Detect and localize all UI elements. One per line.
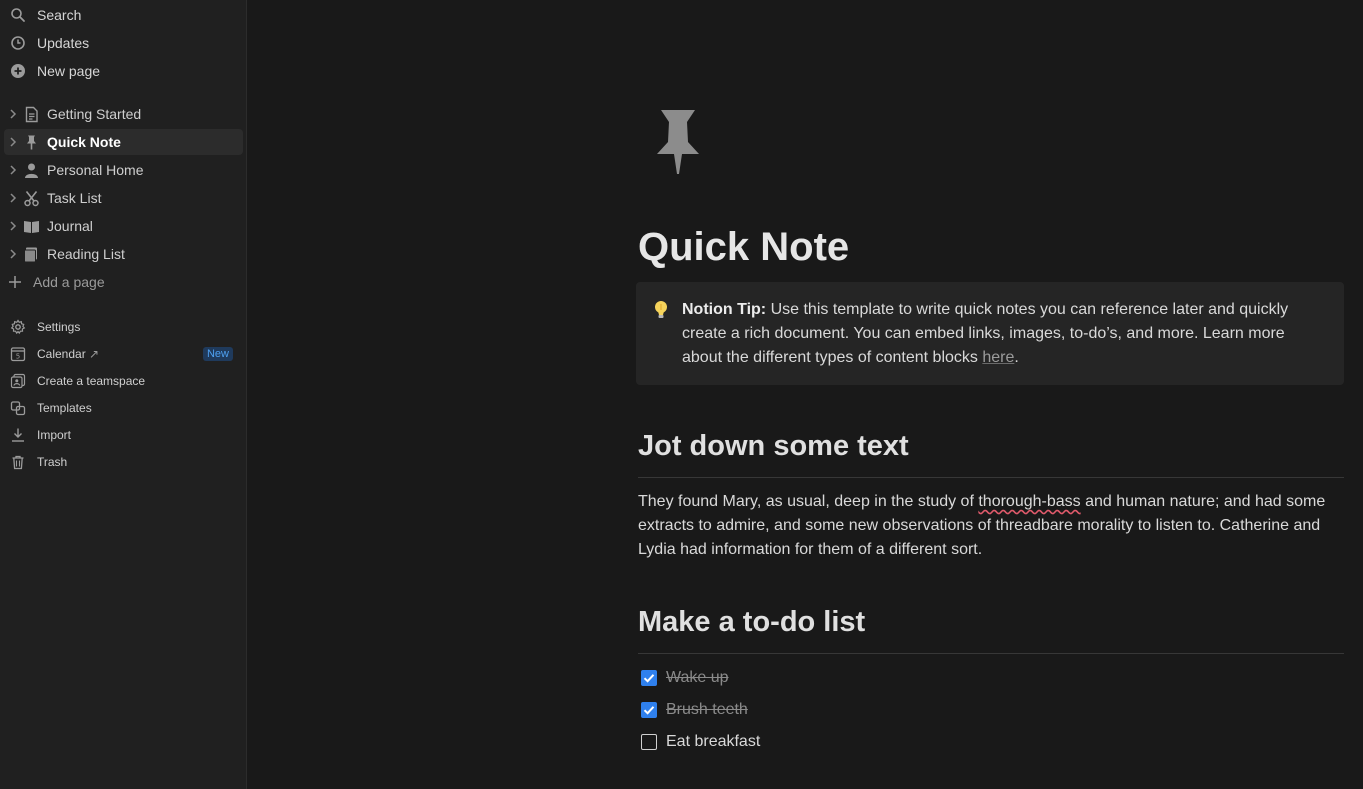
- clock-icon: [11, 36, 25, 50]
- external-link-icon: ↗: [89, 347, 100, 361]
- sidebar-page-label: Task List: [47, 190, 102, 206]
- heading-divider: [638, 653, 1344, 654]
- sidebar-page-label: Getting Started: [47, 106, 142, 122]
- sidebar-page-quick-note[interactable]: Quick Note: [4, 129, 243, 155]
- sidebar-create-teamspace[interactable]: Create a teamspace: [4, 369, 243, 393]
- sidebar-calendar[interactable]: 5 Calendar ↗ New: [4, 342, 243, 366]
- scissors-icon: [24, 191, 39, 207]
- sidebar: Search Updates New page Getting Started …: [0, 0, 247, 789]
- chevron-right-icon[interactable]: [8, 247, 18, 261]
- here-link[interactable]: here: [982, 349, 1014, 366]
- sidebar-page-reading-list[interactable]: Reading List: [4, 241, 243, 267]
- page-content: Quick Note Notion Tip: Use this template…: [247, 0, 1363, 789]
- sidebar-create-teamspace-label: Create a teamspace: [37, 374, 146, 388]
- sidebar-settings-label: Settings: [37, 320, 81, 334]
- todo-item[interactable]: Eat breakfast: [641, 730, 760, 754]
- callout-bold: Notion Tip:: [682, 301, 767, 318]
- page-title[interactable]: Quick Note: [638, 222, 849, 272]
- document-icon: [25, 106, 38, 123]
- sidebar-search-label: Search: [37, 7, 82, 23]
- todo-item[interactable]: Brush teeth: [641, 698, 748, 722]
- notion-tip-callout[interactable]: Notion Tip: Use this template to write q…: [636, 282, 1344, 385]
- misspelled-word[interactable]: thorough-bass: [978, 493, 1080, 510]
- sidebar-search[interactable]: Search: [4, 2, 243, 28]
- person-icon: [25, 163, 38, 178]
- plus-icon: [9, 276, 21, 288]
- pushpin-icon[interactable]: [651, 108, 705, 176]
- sidebar-add-page[interactable]: Add a page: [4, 269, 243, 295]
- todo-label[interactable]: Brush teeth: [666, 701, 748, 719]
- chevron-right-icon[interactable]: [8, 107, 18, 121]
- open-book-icon: [24, 221, 39, 233]
- books-icon: [24, 247, 37, 263]
- todo-label[interactable]: Eat breakfast: [666, 733, 760, 751]
- sidebar-page-journal[interactable]: Journal: [4, 213, 243, 239]
- notion-app: Search Updates New page Getting Started …: [0, 0, 1363, 789]
- sidebar-new-page-label: New page: [37, 63, 101, 79]
- sidebar-import[interactable]: Import: [4, 423, 243, 447]
- chevron-right-icon[interactable]: [8, 191, 18, 205]
- new-badge: New: [202, 347, 233, 361]
- checkbox-checked[interactable]: [641, 702, 657, 718]
- trash-icon: [12, 455, 24, 470]
- templates-icon: [10, 401, 26, 416]
- callout-end: .: [1014, 349, 1019, 366]
- paragraph-text-start: They found Mary, as usual, deep in the s…: [638, 493, 979, 510]
- heading-jot-down[interactable]: Jot down some text: [638, 428, 909, 464]
- calendar-icon: 5: [10, 347, 26, 362]
- calendar-label-text: Calendar: [37, 347, 86, 361]
- sidebar-page-label: Personal Home: [47, 162, 144, 178]
- callout-text: Notion Tip: Use this template to write q…: [682, 298, 1322, 370]
- plus-circle-icon: [11, 64, 25, 78]
- search-icon: [11, 8, 25, 22]
- calendar-day-text: 5: [16, 353, 20, 361]
- checkbox-checked[interactable]: [641, 670, 657, 686]
- sidebar-page-task-list[interactable]: Task List: [4, 185, 243, 211]
- chevron-right-icon[interactable]: [8, 219, 18, 233]
- sidebar-updates[interactable]: Updates: [4, 30, 243, 56]
- sidebar-add-page-label: Add a page: [33, 274, 105, 290]
- checkbox-unchecked[interactable]: [641, 734, 657, 750]
- sidebar-updates-label: Updates: [37, 35, 90, 51]
- sidebar-settings[interactable]: Settings: [4, 315, 243, 339]
- sidebar-templates[interactable]: Templates: [4, 396, 243, 420]
- chevron-right-icon[interactable]: [8, 163, 18, 177]
- sidebar-new-page[interactable]: New page: [4, 58, 243, 84]
- sidebar-page-getting-started[interactable]: Getting Started: [4, 101, 243, 127]
- sidebar-import-label: Import: [37, 428, 72, 442]
- sidebar-templates-label: Templates: [37, 401, 92, 415]
- sidebar-calendar-label: Calendar ↗: [37, 347, 99, 361]
- sidebar-page-label: Journal: [47, 218, 93, 234]
- sidebar-page-label: Quick Note: [47, 134, 121, 150]
- chevron-right-icon[interactable]: [8, 135, 18, 149]
- checkmark-icon: [643, 706, 655, 715]
- heading-divider: [638, 477, 1344, 478]
- todo-item[interactable]: Wake up: [641, 666, 729, 690]
- import-icon: [12, 428, 24, 442]
- checkmark-icon: [643, 674, 655, 683]
- lightbulb-icon: [655, 301, 667, 318]
- teamspace-icon: [10, 373, 26, 389]
- sidebar-trash[interactable]: Trash: [4, 450, 243, 474]
- gear-icon: [10, 319, 26, 335]
- sidebar-page-label: Reading List: [47, 246, 125, 262]
- pushpin-icon: [27, 135, 36, 150]
- body-paragraph[interactable]: They found Mary, as usual, deep in the s…: [638, 490, 1346, 562]
- sidebar-trash-label: Trash: [37, 455, 68, 469]
- heading-todo-list[interactable]: Make a to-do list: [638, 604, 865, 640]
- todo-label[interactable]: Wake up: [666, 669, 729, 687]
- sidebar-page-personal-home[interactable]: Personal Home: [4, 157, 243, 183]
